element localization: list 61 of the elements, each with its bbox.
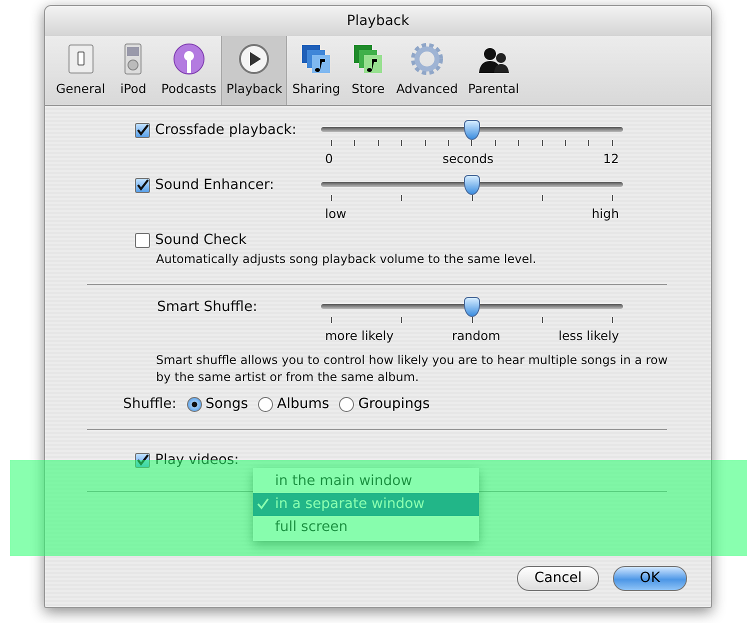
checkbox[interactable] (135, 453, 150, 468)
checkbox[interactable] (135, 232, 150, 248)
tick-mark (588, 140, 590, 146)
tick-mark (542, 316, 543, 323)
preference-tab[interactable]: Sharing (287, 36, 346, 105)
tick-mark (518, 140, 520, 146)
tick-mark (565, 140, 566, 146)
scale-label: random (452, 326, 500, 345)
radio-option[interactable]: Songs (186, 394, 248, 416)
tick-mark (331, 316, 332, 323)
tick-mark (354, 140, 356, 146)
tick-mark (542, 140, 543, 146)
preference-tab[interactable]: Store (345, 36, 392, 105)
radio-option[interactable]: Groupings (339, 394, 430, 416)
tick-mark (612, 194, 613, 201)
checkmark-icon (257, 498, 269, 510)
window-title: Playback (45, 6, 711, 36)
option-label: Sound Enhancer: (155, 176, 274, 195)
scale-label: 0 (325, 150, 333, 168)
gear-icon (409, 42, 446, 76)
tick-mark (331, 140, 332, 146)
checkbox[interactable] (135, 123, 150, 138)
slider-thumb[interactable] (464, 174, 480, 195)
preference-tab[interactable]: Parental (462, 36, 524, 105)
scale-label: high (592, 204, 619, 223)
tick-mark (401, 194, 402, 201)
preference-tab[interactable]: iPod (110, 36, 156, 105)
preference-tab[interactable]: Podcasts (156, 36, 222, 105)
ok-button[interactable]: OK (612, 566, 687, 591)
scale-label: seconds (442, 150, 494, 168)
tick-mark (494, 140, 496, 146)
slider-thumb[interactable] (464, 120, 480, 140)
option-label: Smart Shuffle: (157, 298, 258, 317)
checkbox[interactable] (135, 178, 150, 193)
slider-thumb[interactable] (464, 296, 480, 317)
radio-option[interactable]: Albums (258, 394, 330, 416)
description-text: Automatically adjusts song playback volume to the same level. (156, 250, 538, 268)
preference-tab[interactable]: Playback (221, 36, 288, 105)
tick-mark (612, 140, 613, 146)
tick-mark (542, 194, 543, 201)
tick-mark (401, 140, 402, 146)
tick-mark (401, 316, 402, 323)
tick-mark (471, 140, 472, 146)
tick-mark (424, 140, 426, 146)
cancel-button[interactable]: Cancel (517, 566, 599, 591)
tick-mark (448, 140, 450, 146)
scale-label: more likely (325, 326, 394, 345)
preference-tab[interactable]: General (51, 36, 110, 105)
tick-mark (612, 316, 613, 323)
shuffle-label: Shuffle: (123, 395, 176, 414)
scale-label: 12 (603, 150, 619, 168)
microphone-icon (170, 42, 207, 76)
option-label: Sound Check (155, 230, 247, 250)
tick-mark (331, 194, 332, 201)
preference-tab[interactable]: Advanced (391, 36, 463, 105)
tick-mark (378, 140, 379, 146)
option-label: Play videos: (155, 451, 239, 470)
scale-label: low (325, 204, 346, 223)
option-label: Crossfade playback: (155, 121, 296, 140)
scale-label: less likely (558, 326, 619, 345)
description-text: Smart shuffle allows you to control how likely you are to hear multiple songs in a row by the same artist or from the same album. (156, 352, 669, 386)
